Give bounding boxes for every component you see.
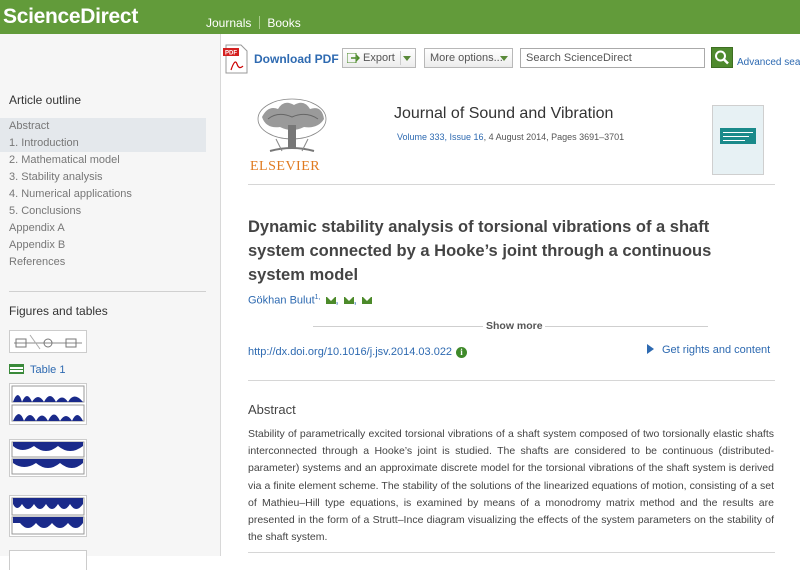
figure-thumbnail-2[interactable]	[9, 383, 87, 425]
download-pdf-link[interactable]: Download PDF	[254, 52, 339, 66]
export-divider	[400, 51, 401, 65]
outline-item-appendix-b[interactable]: Appendix B	[0, 237, 206, 254]
date-pages: , 4 August 2014, Pages 3691–3701	[483, 132, 625, 142]
chevron-down-icon	[500, 56, 508, 61]
outline-item-stability-analysis[interactable]: 3. Stability analysis	[0, 169, 206, 186]
mail-icon[interactable]	[343, 296, 354, 304]
sciencedirect-logo[interactable]: ScienceDirect	[3, 5, 138, 29]
rights-label: Get rights and content	[662, 344, 771, 356]
export-button[interactable]: Export	[342, 48, 416, 68]
abstract-text: Stability of parametrically excited tors…	[248, 428, 774, 544]
figure-thumbnail-5[interactable]	[9, 550, 87, 570]
outline-item-appendix-a[interactable]: Appendix A	[0, 220, 206, 237]
search-icon	[715, 50, 729, 65]
advanced-search-link[interactable]: Advanced sear	[737, 57, 800, 68]
sidebar-divider	[9, 291, 206, 292]
search-button[interactable]	[711, 47, 733, 68]
show-more-button[interactable]: Show more	[484, 320, 545, 332]
mail-icon[interactable]	[361, 296, 372, 304]
show-more-line-right	[543, 326, 708, 327]
svg-text:PDF: PDF	[225, 51, 237, 57]
outline-item-numerical-applications[interactable]: 4. Numerical applications	[0, 186, 206, 203]
figure-thumbnail-4[interactable]	[9, 495, 87, 537]
show-more-line-left	[313, 326, 483, 327]
figure-4-image	[11, 497, 85, 535]
abstract-heading: Abstract	[248, 402, 296, 417]
left-sidebar: Article outline Abstract 1. Introduction…	[0, 34, 221, 570]
outline-item-conclusions[interactable]: 5. Conclusions	[0, 203, 206, 220]
figures-tables-title: Figures and tables	[9, 304, 108, 318]
rights-icon	[647, 344, 654, 354]
article-title: Dynamic stability analysis of torsional …	[248, 218, 712, 284]
top-bar: ScienceDirect Journals Books	[0, 0, 800, 34]
more-options-button[interactable]: More options...	[424, 48, 513, 68]
outline-item-mathematical-model[interactable]: 2. Mathematical model	[0, 152, 206, 169]
author-line: Gökhan Bulut1,,,	[248, 294, 372, 307]
info-icon[interactable]: i	[456, 347, 468, 358]
nav-divider	[259, 16, 261, 29]
more-options-label: More options...	[430, 52, 503, 64]
doi-link[interactable]: http://dx.doi.org/10.1016/j.jsv.2014.03.…	[248, 346, 452, 358]
outline-list: Abstract 1. Introduction 2. Mathematical…	[0, 118, 206, 271]
figure-2-image	[11, 385, 85, 422]
volume-issue-link[interactable]: Volume 333, Issue 16	[397, 132, 484, 142]
doi-row: http://dx.doi.org/10.1016/j.jsv.2014.03.…	[248, 346, 468, 358]
outline-item-abstract[interactable]: Abstract	[0, 118, 206, 135]
section-divider	[248, 380, 775, 381]
pdf-icon[interactable]: PDF	[223, 44, 249, 74]
section-divider	[248, 552, 775, 553]
cover-text-line	[723, 132, 753, 133]
figure-thumbnail-3[interactable]	[9, 439, 87, 477]
publisher-name: ELSEVIER	[250, 159, 321, 174]
author-name[interactable]: Gökhan Bulut	[248, 295, 315, 307]
search-input[interactable]	[520, 48, 705, 68]
table-1-link[interactable]: Table 1	[9, 364, 65, 376]
elsevier-tree-icon	[257, 98, 327, 152]
top-nav: Journals Books	[206, 16, 301, 30]
chevron-down-icon	[403, 56, 411, 61]
nav-books[interactable]: Books	[267, 16, 300, 30]
article-outline-title: Article outline	[9, 93, 82, 107]
table-icon	[9, 364, 24, 374]
journal-header: ELSEVIER Journal of Sound and Vibration …	[248, 97, 775, 185]
mail-icon[interactable]	[325, 296, 336, 304]
author-affiliation[interactable]: 1,	[315, 294, 321, 301]
figure-1-image	[14, 334, 82, 350]
elsevier-logo[interactable]: ELSEVIER	[248, 97, 336, 183]
cover-text-line	[723, 136, 749, 137]
nav-journals[interactable]: Journals	[206, 16, 251, 30]
outline-item-references[interactable]: References	[0, 254, 206, 271]
export-label: Export	[363, 52, 395, 64]
cover-text-line	[723, 140, 745, 141]
outline-item-introduction[interactable]: 1. Introduction	[0, 135, 206, 152]
journal-title[interactable]: Journal of Sound and Vibration	[394, 105, 613, 123]
journal-cover[interactable]	[712, 105, 764, 175]
export-arrow-icon	[347, 53, 360, 63]
rights-link[interactable]: Get rights and content	[647, 344, 770, 356]
figure-3-image	[11, 441, 85, 475]
figure-thumbnail-1[interactable]	[9, 330, 87, 353]
table-1-label: Table 1	[30, 364, 66, 376]
journal-volume: Volume 333, Issue 16, 4 August 2014, Pag…	[397, 132, 624, 142]
